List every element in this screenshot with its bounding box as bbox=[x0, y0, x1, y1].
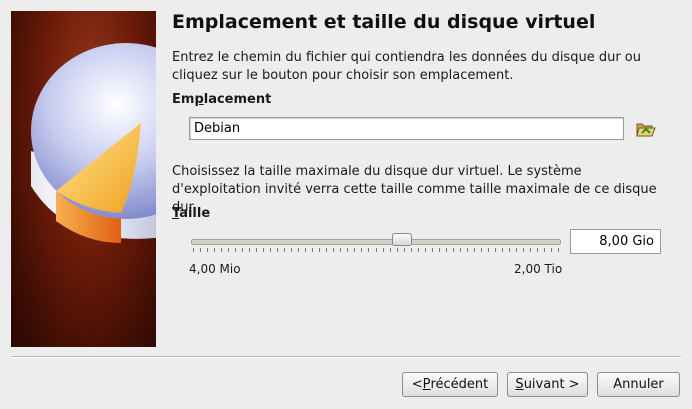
folder-open-icon bbox=[636, 123, 656, 137]
size-input[interactable] bbox=[570, 229, 661, 254]
slider-max-label: 2,00 Tio bbox=[514, 262, 563, 276]
button-separator bbox=[11, 356, 681, 358]
next-button[interactable]: Suivant > bbox=[507, 372, 588, 397]
location-label: Emplacement bbox=[172, 92, 272, 107]
previous-button[interactable]: < Précédent bbox=[402, 372, 498, 397]
hard-disk-icon bbox=[31, 43, 156, 243]
slider-min-label: 4,00 Mio bbox=[189, 262, 241, 276]
size-label: Taille bbox=[172, 206, 211, 221]
wizard-banner bbox=[11, 11, 156, 347]
size-description: Choisissez la taille maximale du disque … bbox=[172, 164, 657, 215]
page-title: Emplacement et taille du disque virtuel bbox=[172, 11, 596, 33]
choose-location-button[interactable] bbox=[636, 120, 656, 138]
size-slider-track[interactable] bbox=[191, 239, 561, 245]
location-description: Entrez le chemin du fichier qui contiend… bbox=[172, 50, 641, 83]
cancel-button[interactable]: Annuler bbox=[597, 372, 680, 397]
slider-ticks bbox=[193, 248, 559, 252]
location-input[interactable] bbox=[189, 117, 624, 140]
size-slider-handle[interactable] bbox=[392, 233, 412, 246]
